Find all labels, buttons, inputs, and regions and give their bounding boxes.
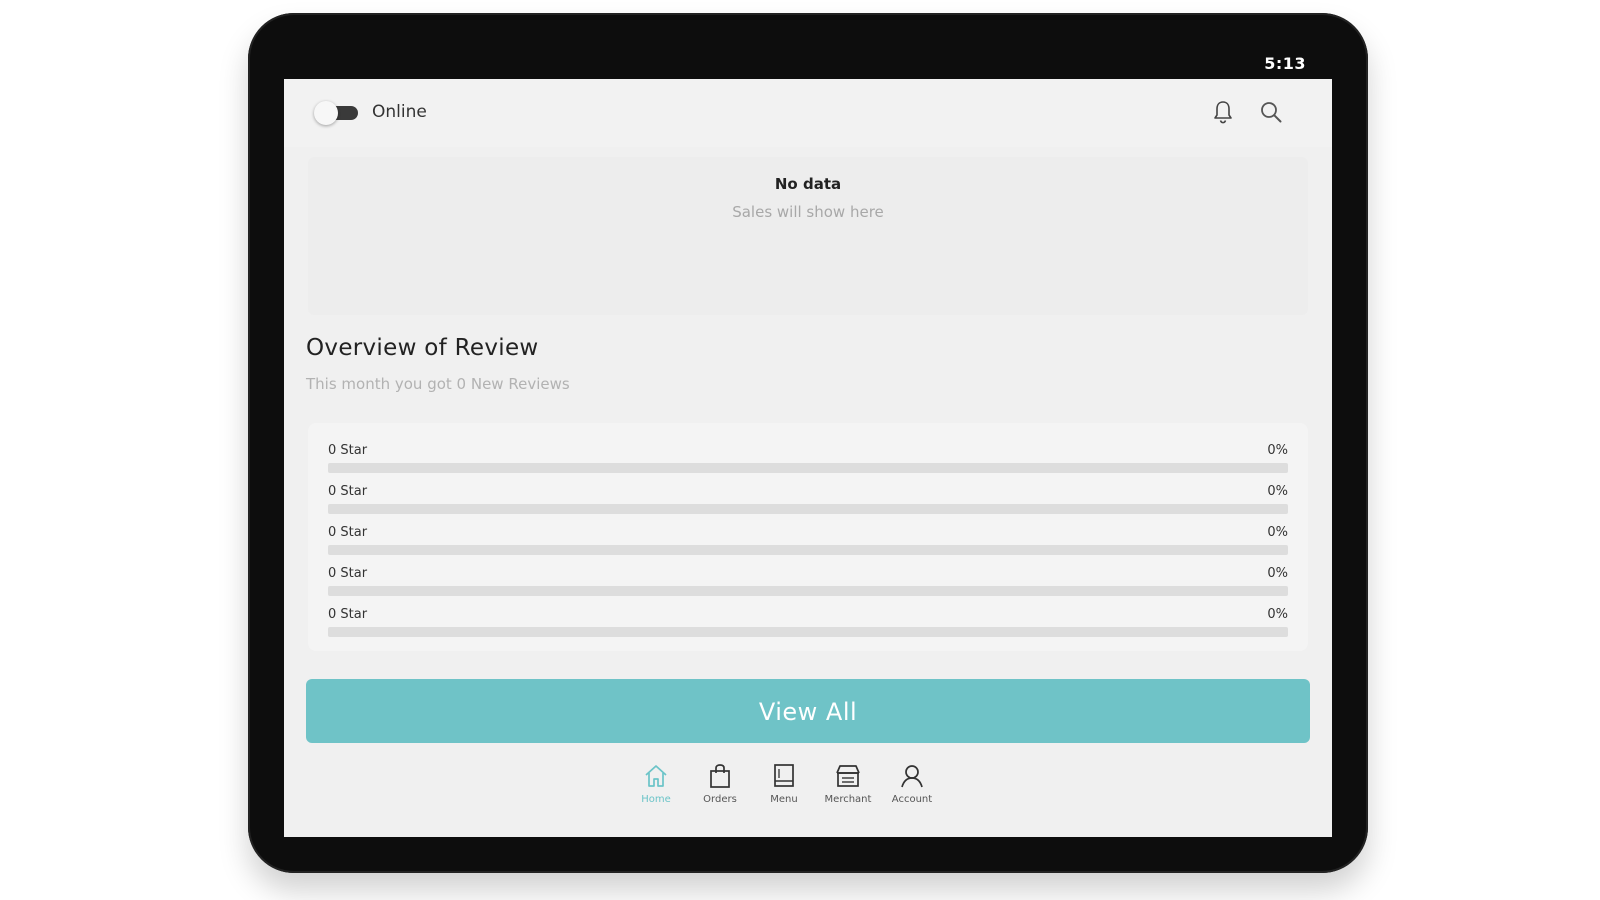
home-icon [624,761,688,791]
nav-item-orders-label: Orders [703,794,737,805]
tablet-device: 5:13 Online No data Sales will show here… [248,13,1368,873]
review-row: 0 Star 0% [328,597,1288,637]
review-row-label: 0 Star [328,443,368,458]
online-label: Online [372,102,427,122]
review-row: 0 Star 0% [328,433,1288,473]
review-progress-bar [328,504,1288,514]
nav-item-account[interactable]: Account [880,761,944,817]
review-row-label: 0 Star [328,607,368,622]
sales-empty-hint: Sales will show here [732,203,884,221]
review-row: 0 Star 0% [328,474,1288,514]
review-overview-subtitle: This month you got 0 New Reviews [306,375,570,393]
review-row-label: 0 Star [328,484,368,499]
bag-icon [688,761,752,791]
status-bar-time: 5:13 [1264,54,1306,73]
online-toggle[interactable] [314,101,358,125]
nav-item-merchant[interactable]: Merchant [816,761,880,817]
app-screen: Online No data Sales will show here Over… [284,79,1332,837]
review-row-percent: 0% [1267,566,1288,581]
bell-icon[interactable] [1208,97,1238,127]
view-all-button[interactable]: View All [306,679,1310,743]
menu-book-icon [752,761,816,791]
review-overview-title: Overview of Review [306,335,539,361]
nav-item-home[interactable]: Home [624,761,688,817]
search-icon[interactable] [1256,97,1286,127]
stage: 5:13 Online No data Sales will show here… [0,0,1600,900]
nav-item-home-label: Home [641,794,671,805]
review-progress-bar [328,586,1288,596]
review-row: 0 Star 0% [328,556,1288,596]
nav-item-merchant-label: Merchant [824,794,872,805]
review-progress-bar [328,545,1288,555]
review-progress-bar [328,463,1288,473]
review-row-percent: 0% [1267,484,1288,499]
review-row-percent: 0% [1267,443,1288,458]
review-distribution-card: 0 Star 0% 0 Star 0% 0 Star 0% 0 Star 0% [308,423,1308,651]
nav-item-menu[interactable]: Menu [752,761,816,817]
review-row-label: 0 Star [328,566,368,581]
review-row-percent: 0% [1267,607,1288,622]
review-progress-bar [328,627,1288,637]
top-bar: Online [284,79,1332,147]
toggle-knob [314,101,338,125]
sales-empty-title: No data [774,175,842,193]
bottom-nav: Home Orders Menu Merchant Account [624,761,974,821]
review-row-percent: 0% [1267,525,1288,540]
review-row-label: 0 Star [328,525,368,540]
nav-item-menu-label: Menu [770,794,798,805]
nav-item-account-label: Account [891,794,933,805]
account-icon [880,761,944,791]
store-icon [816,761,880,791]
nav-item-orders[interactable]: Orders [688,761,752,817]
review-row: 0 Star 0% [328,515,1288,555]
